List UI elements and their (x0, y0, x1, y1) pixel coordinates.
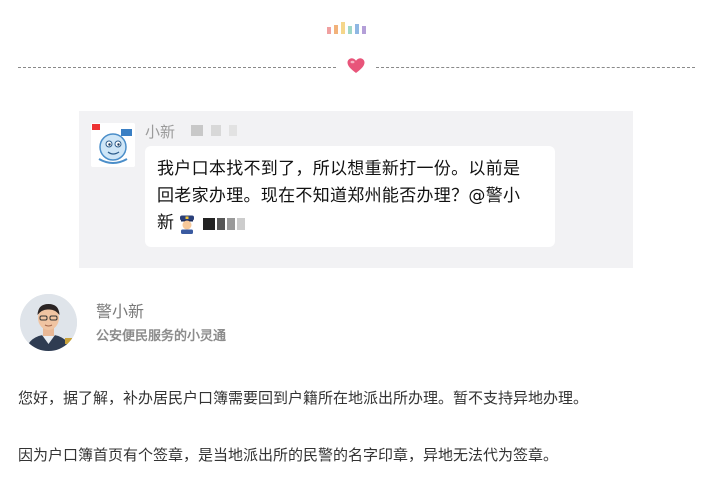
sender-name: 小新 (145, 123, 176, 141)
heart-icon (347, 58, 365, 73)
mascot-avatar-icon (91, 123, 135, 167)
message-bubble: 我户口本找不到了，所以想重新打一份。以前是 回老家办理。现在不知道郑州能否办理？… (145, 146, 555, 247)
bar-5 (355, 24, 359, 34)
bar-4 (348, 26, 352, 34)
redacted-text (203, 217, 246, 230)
mention-tail: 新 (157, 213, 175, 233)
answer-paragraph-2: 因为户口簿首页有个签章，是当地派出所的民警的名字印章，异地无法代为签章。 (18, 446, 559, 464)
user-avatar (91, 123, 135, 167)
message-line-2: 回老家办理。现在不知道郑州能否办理？@警小 (157, 186, 521, 206)
message-line-1: 我户口本找不到了，所以想重新打一份。以前是 (157, 159, 521, 179)
officer-portrait-icon (20, 294, 77, 351)
divider-line-right (376, 67, 695, 68)
bar-6 (362, 26, 366, 34)
message-line-3: 新 (157, 210, 543, 237)
divider-line-left (18, 67, 336, 68)
profile-name: 警小新 (96, 302, 145, 321)
chat-screenshot: 小新 我户口本找不到了，所以想重新打一份。以前是 回老家办理。现在不知道郑州能否… (79, 111, 633, 268)
profile-description: 公安便民服务的小灵通 (96, 329, 227, 344)
section-divider (18, 58, 695, 74)
bar-2 (334, 25, 338, 34)
bar-1 (327, 27, 331, 34)
redacted-sender-id (191, 125, 237, 136)
answer-paragraph-1: 您好，据了解，补办居民户口簿需要回到户籍所在地派出所办理。暂不支持异地办理。 (18, 389, 589, 407)
police-officer-icon (180, 215, 195, 234)
bar-3 (341, 22, 345, 34)
decorative-color-bars (327, 20, 366, 34)
profile-avatar (20, 294, 77, 351)
